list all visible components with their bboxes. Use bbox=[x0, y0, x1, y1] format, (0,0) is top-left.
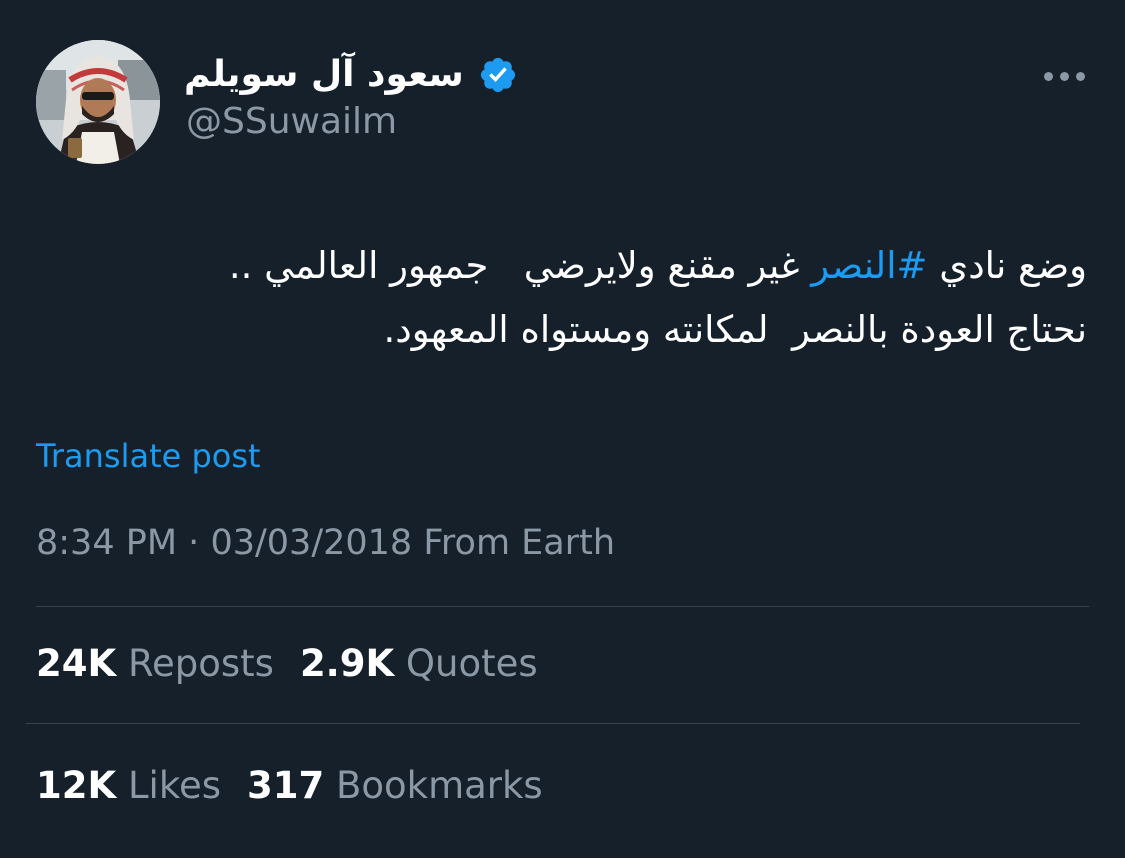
tweet-text: وضع نادي #النصر غير مقنع ولايرضي جمهور ا… bbox=[37, 234, 1087, 362]
likes-stat[interactable]: 12K Likes bbox=[36, 764, 221, 807]
likes-label: Likes bbox=[127, 764, 221, 807]
bookmarks-label: Bookmarks bbox=[335, 764, 543, 807]
avatar-image bbox=[36, 40, 160, 164]
display-name[interactable]: سعود آل سويلم bbox=[184, 57, 464, 93]
likes-count: 12K bbox=[36, 764, 117, 807]
quotes-stat[interactable]: 2.9K Quotes bbox=[300, 642, 538, 685]
more-options-button[interactable] bbox=[1036, 58, 1092, 94]
bookmarks-count: 317 bbox=[246, 764, 325, 807]
quotes-count: 2.9K bbox=[299, 642, 395, 685]
tweet-source: From Earth bbox=[423, 523, 616, 563]
author-handle[interactable]: @SSuwailm bbox=[186, 104, 397, 140]
tweet-meta: 8:34 PM · 03/03/2018 From Earth bbox=[36, 526, 615, 561]
avatar[interactable] bbox=[36, 40, 160, 164]
more-dots-icon bbox=[1059, 71, 1069, 81]
meta-separator: · bbox=[188, 523, 200, 563]
stats-row-likes-bookmarks: 12K Likes 317 Bookmarks bbox=[36, 767, 543, 804]
reposts-label: Reposts bbox=[127, 642, 274, 685]
reposts-count: 24K bbox=[36, 642, 117, 685]
author-name-row[interactable]: سعود آل سويلم bbox=[184, 52, 518, 98]
bookmarks-stat[interactable]: 317 Bookmarks bbox=[247, 764, 543, 807]
stats-row-reposts-quotes: 24K Reposts 2.9K Quotes bbox=[36, 645, 538, 682]
tweet-text-start: وضع نادي bbox=[927, 244, 1087, 287]
translate-post-link[interactable]: Translate post bbox=[36, 440, 261, 472]
quotes-label: Quotes bbox=[405, 642, 538, 685]
verified-badge-icon[interactable] bbox=[478, 55, 518, 95]
divider bbox=[26, 723, 1080, 724]
tweet-time[interactable]: 8:34 PM bbox=[36, 523, 177, 563]
reposts-stat[interactable]: 24K Reposts bbox=[36, 642, 274, 685]
more-dots-icon bbox=[1075, 71, 1085, 81]
divider bbox=[36, 606, 1089, 607]
hashtag-link[interactable]: #النصر bbox=[811, 244, 927, 287]
more-dots-icon bbox=[1043, 71, 1053, 81]
tweet-date[interactable]: 03/03/2018 bbox=[210, 523, 412, 563]
